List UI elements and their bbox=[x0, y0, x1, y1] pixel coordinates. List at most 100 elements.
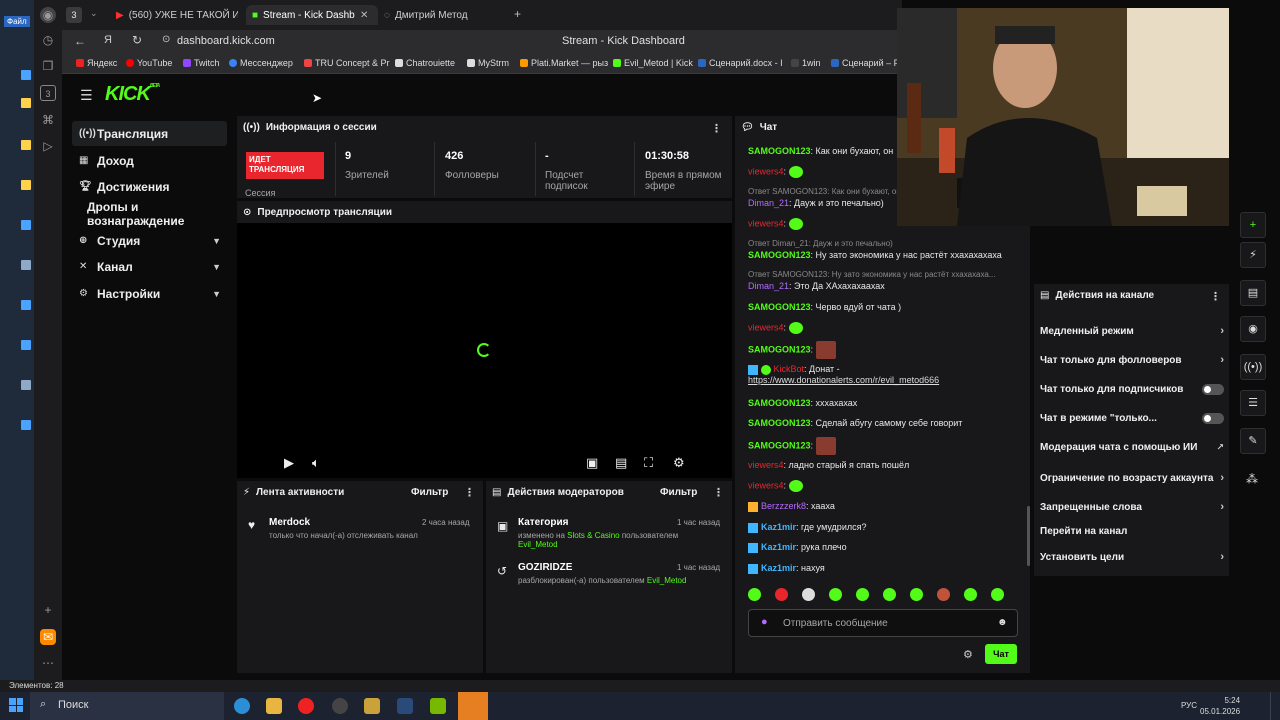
tab-kick-dashboard[interactable]: ■Stream - Kick Dashboard✕ bbox=[246, 5, 378, 25]
show-desktop-button[interactable] bbox=[1270, 692, 1280, 720]
action-followers-only[interactable]: Чат только для фолловеров › bbox=[1040, 354, 1224, 366]
desktop-icon[interactable] bbox=[21, 300, 31, 310]
action-emote-only[interactable]: Чат в режиме "только... bbox=[1040, 413, 1224, 424]
new-tab-icon[interactable]: + bbox=[514, 7, 521, 21]
more-icon[interactable]: ⋮ bbox=[711, 122, 722, 135]
chat-input[interactable]: ● Отправить сообщение ☻ bbox=[748, 609, 1018, 637]
filter-button[interactable]: Фильтр bbox=[411, 487, 448, 498]
action-banned-words[interactable]: Запрещенные слова › bbox=[1040, 501, 1224, 513]
telegram-icon[interactable] bbox=[458, 692, 488, 720]
desktop-icon[interactable] bbox=[21, 140, 31, 150]
desktop-icon[interactable] bbox=[21, 180, 31, 190]
steam-icon[interactable] bbox=[397, 698, 413, 714]
desktop-icon[interactable] bbox=[21, 70, 31, 80]
menu-icon[interactable]: ☰ bbox=[80, 87, 93, 104]
reload-icon[interactable]: ↻ bbox=[132, 33, 142, 47]
bookmark[interactable]: TRU Concept & Pr bbox=[304, 58, 390, 68]
gear-icon[interactable]: ⚙ bbox=[963, 648, 973, 661]
add-icon[interactable]: + bbox=[40, 602, 56, 618]
chevron-down-icon[interactable]: ⌄ bbox=[90, 8, 98, 19]
nav-studio[interactable]: ⊕ Студия ▼ bbox=[72, 228, 227, 253]
language-indicator[interactable]: РУС bbox=[1181, 701, 1197, 710]
emote-icon[interactable] bbox=[856, 588, 869, 601]
chat-scrollbar[interactable] bbox=[1027, 506, 1030, 566]
emote-icon[interactable] bbox=[910, 588, 923, 601]
emote-icon[interactable] bbox=[991, 588, 1004, 601]
nvidia-icon[interactable] bbox=[430, 698, 446, 714]
action-go-to-channel[interactable]: Перейти на канал bbox=[1040, 526, 1224, 537]
more-icon[interactable]: ⋮ bbox=[713, 486, 724, 499]
gear-icon[interactable]: ⚙ bbox=[673, 455, 685, 471]
more-icon[interactable]: ⋯ bbox=[40, 655, 56, 671]
desktop-icon[interactable] bbox=[21, 220, 31, 230]
donation-link[interactable]: https://www.donationalerts.com/r/evil_me… bbox=[748, 375, 939, 385]
bookmark[interactable]: Сценарий – F bbox=[831, 58, 899, 68]
nav-stream[interactable]: ((•)) Трансляция bbox=[72, 121, 227, 146]
action-ai-moderation[interactable]: Модерация чата с помощью ИИ ↗ bbox=[1040, 442, 1224, 453]
edge-icon[interactable] bbox=[234, 698, 250, 714]
play-icon[interactable]: ▶ bbox=[284, 455, 294, 471]
mic-icon[interactable]: ● bbox=[761, 616, 768, 628]
bookmark[interactable]: YouTube bbox=[126, 58, 172, 68]
volume-icon[interactable]: 🔈︎ bbox=[312, 455, 320, 471]
emote-icon[interactable] bbox=[937, 588, 950, 601]
emote-icon[interactable] bbox=[883, 588, 896, 601]
nav-settings[interactable]: ⚙ Настройки ▼ bbox=[72, 281, 227, 306]
fullscreen-icon[interactable]: ⛶ bbox=[644, 455, 653, 471]
action-slow-mode[interactable]: Медленный режим › bbox=[1040, 325, 1224, 337]
chat-bubble-icon[interactable]: ◉ bbox=[1240, 316, 1266, 342]
nav-channel[interactable]: ✕ Канал ▼ bbox=[72, 254, 227, 279]
media-icon[interactable]: ▷ bbox=[40, 138, 56, 154]
emote-icon[interactable] bbox=[964, 588, 977, 601]
nodes-icon[interactable]: ⁂ bbox=[1246, 472, 1258, 486]
tab-youtube[interactable]: ▶ (560) УЖЕ НЕ ТАКОЙ И Н bbox=[116, 5, 238, 25]
bookmark[interactable]: Evil_Metod | Kick bbox=[613, 58, 693, 68]
file-menu[interactable]: Файл bbox=[4, 16, 30, 27]
emoji-icon[interactable]: ☻ bbox=[997, 617, 1008, 628]
yandex-browser-icon[interactable] bbox=[298, 698, 314, 714]
nav-achievements[interactable]: 🏆︎ Достижения bbox=[72, 174, 227, 199]
kick-logo[interactable]: KICKBETA bbox=[105, 83, 160, 106]
theater-icon[interactable]: ▤ bbox=[615, 455, 627, 471]
bookmark[interactable]: 1win bbox=[791, 58, 821, 68]
tabs-counter[interactable]: 3 bbox=[66, 7, 82, 23]
pip-icon[interactable]: ▣ bbox=[586, 455, 598, 471]
bookmark[interactable]: Мессенджер bbox=[229, 58, 293, 68]
desktop-icon[interactable] bbox=[21, 260, 31, 270]
desktop-icon[interactable] bbox=[21, 340, 31, 350]
emote-icon[interactable] bbox=[802, 588, 815, 601]
browser-logo-icon[interactable]: ◉ bbox=[40, 7, 56, 23]
list-icon[interactable]: ☰ bbox=[1240, 390, 1266, 416]
url-text[interactable]: dashboard.kick.com bbox=[177, 35, 275, 47]
emote-icon[interactable] bbox=[748, 588, 761, 601]
desktop-icon[interactable] bbox=[21, 380, 31, 390]
plus-icon[interactable]: + bbox=[1240, 212, 1266, 238]
screenshot-icon[interactable]: ⌘ bbox=[40, 112, 56, 128]
bookmark[interactable]: Chatrouiette bbox=[395, 58, 455, 68]
send-chat-button[interactable]: Чат bbox=[985, 644, 1017, 664]
folder-icon[interactable] bbox=[266, 698, 282, 714]
more-icon[interactable]: ⋮ bbox=[464, 486, 475, 499]
nav-drops[interactable]: Дропы и вознаграждение bbox=[80, 200, 230, 228]
bookmark[interactable]: Twitch bbox=[183, 58, 220, 68]
bookmark[interactable]: MyStrm bbox=[467, 58, 509, 68]
clipboard-icon[interactable]: ▤ bbox=[1240, 280, 1266, 306]
emote-icon[interactable] bbox=[829, 588, 842, 601]
wrench-icon[interactable]: ✎ bbox=[1240, 428, 1266, 454]
taskbar-search[interactable]: ⌕ Поиск bbox=[30, 692, 224, 720]
broadcast-icon[interactable]: ((•)) bbox=[1240, 354, 1266, 380]
bookmark[interactable]: Plati.Market — рыз bbox=[520, 58, 608, 68]
history-icon[interactable]: ◷ bbox=[40, 32, 56, 48]
bookmark[interactable]: Сценарий.docx - I bbox=[698, 58, 783, 68]
wow-icon[interactable] bbox=[364, 698, 380, 714]
close-icon[interactable]: ✕ bbox=[360, 10, 368, 21]
tab-dmitry[interactable]: ◌ Дмитрий Метод bbox=[384, 5, 514, 25]
obs-icon[interactable] bbox=[332, 698, 348, 714]
back-icon[interactable]: ← bbox=[74, 34, 86, 48]
nav-income[interactable]: ▦ Доход bbox=[72, 148, 227, 173]
bolt-icon[interactable]: ⚡︎ bbox=[1240, 242, 1266, 268]
desktop-icon[interactable] bbox=[21, 98, 31, 108]
yandex-icon[interactable]: Я bbox=[104, 34, 112, 46]
clock[interactable]: 5:24 05.01.2026 bbox=[1200, 695, 1240, 717]
action-subs-only[interactable]: Чат только для подписчиков bbox=[1040, 384, 1224, 395]
